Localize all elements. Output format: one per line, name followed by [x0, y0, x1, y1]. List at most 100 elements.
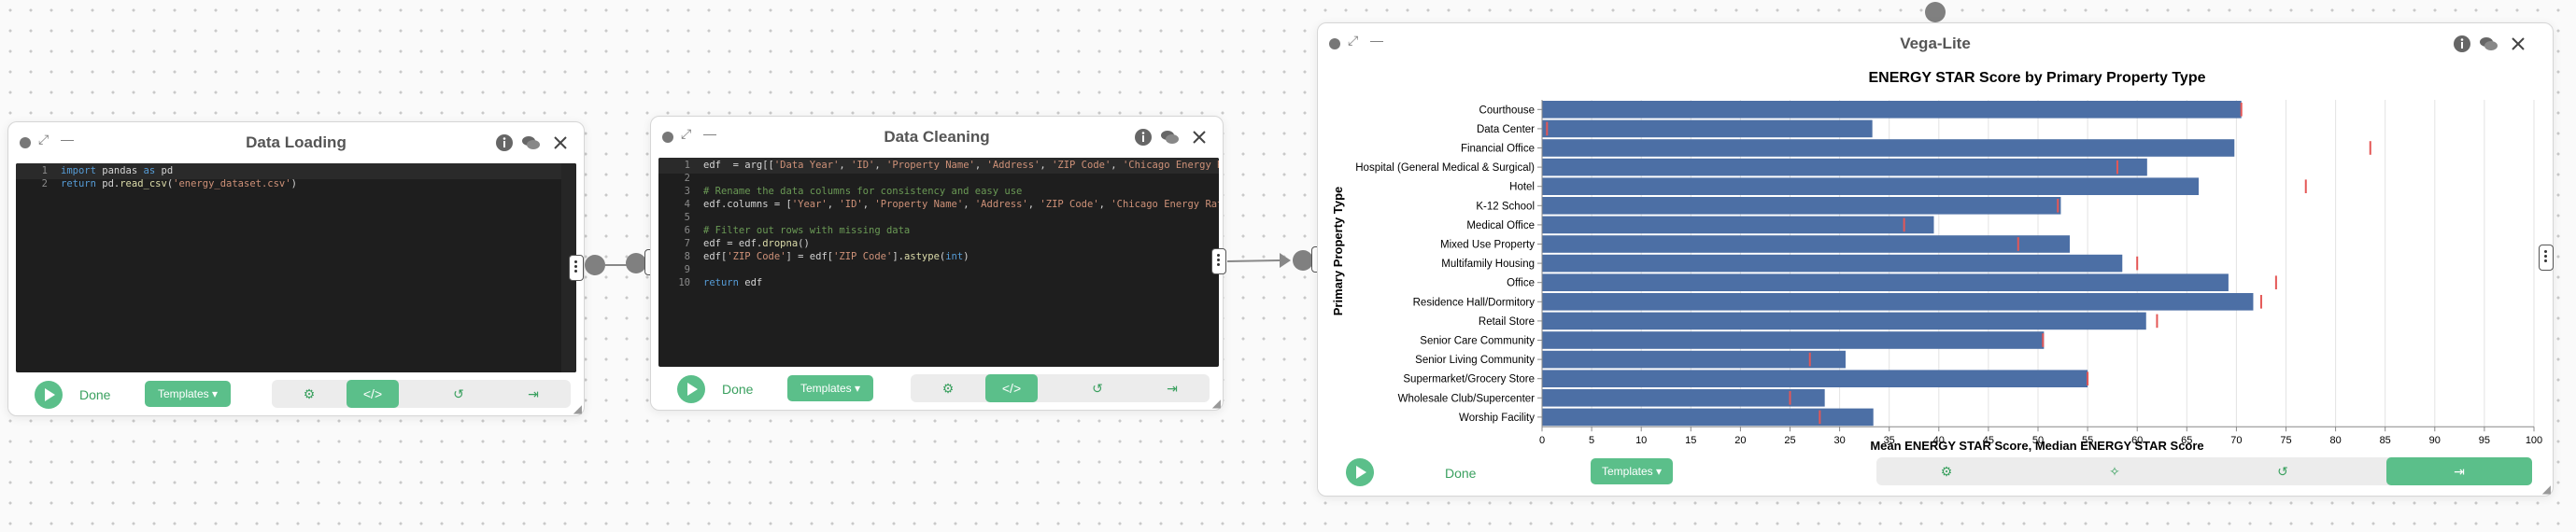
- y-tick-label: Senior Living Community: [1415, 355, 1535, 366]
- energy-star-chart: ENERGY STAR Score by Primary Property Ty…: [1331, 70, 2542, 453]
- code-line[interactable]: return pd.read_csv('energy_dataset.csv'): [61, 178, 297, 189]
- line-number: 6: [684, 225, 690, 236]
- y-tick-label: Data Center: [1477, 124, 1535, 135]
- y-tick-label: Retail Store: [1479, 316, 1535, 328]
- line-number: 9: [684, 264, 690, 275]
- x-tick-label: 55: [2082, 435, 2093, 446]
- close-icon[interactable]: [2508, 34, 2528, 54]
- code-line[interactable]: edf.columns = ['Year', 'ID', 'Property N…: [703, 199, 1219, 210]
- export-icon[interactable]: ⇥: [496, 380, 571, 408]
- node-header[interactable]: ⤢ — Data Loading: [8, 122, 584, 163]
- resize-handle[interactable]: ◢: [1212, 397, 1221, 410]
- y-tick-label: Supermarket/Grocery Store: [1403, 374, 1535, 385]
- export-icon[interactable]: ⇥: [2386, 457, 2532, 485]
- mean-bar: [1542, 350, 1846, 369]
- connection-port[interactable]: [626, 253, 646, 273]
- comments-icon[interactable]: [520, 133, 541, 153]
- magic-icon[interactable]: ✧: [2045, 457, 2185, 485]
- code-line[interactable]: # Filter out rows with missing data: [703, 225, 910, 236]
- code-icon[interactable]: </>: [347, 380, 399, 408]
- mean-bar: [1542, 158, 2147, 176]
- output-handle[interactable]: [1211, 248, 1226, 274]
- code-line[interactable]: return edf: [703, 277, 762, 288]
- undo-icon[interactable]: ↺: [2213, 457, 2353, 485]
- connection-port[interactable]: [1293, 250, 1313, 271]
- run-button[interactable]: [1346, 458, 1374, 486]
- data-cleaning-node[interactable]: ⤢ — Data Cleaning 1 2 3 4 5 6 7 8 9 10 e…: [650, 116, 1224, 411]
- mean-bar: [1542, 177, 2200, 195]
- comments-icon[interactable]: [1159, 127, 1180, 147]
- undo-icon[interactable]: ↺: [421, 380, 496, 408]
- templates-button[interactable]: Templates ▾: [787, 375, 873, 401]
- robot-icon[interactable]: ⚙: [272, 380, 347, 408]
- resize-handle[interactable]: ◢: [573, 402, 582, 415]
- node-header[interactable]: ⤢ — Vega-Lite: [1318, 23, 2553, 64]
- x-tick-label: 40: [1933, 435, 1945, 446]
- info-icon[interactable]: [1133, 127, 1154, 147]
- x-tick-label: 5: [1589, 435, 1594, 446]
- x-tick-label: 0: [1539, 435, 1545, 446]
- y-tick-label: Office: [1507, 278, 1535, 289]
- run-button[interactable]: [677, 375, 705, 403]
- status-label: Done: [722, 382, 754, 397]
- code-line[interactable]: # Rename the data columns for consistenc…: [703, 186, 1022, 197]
- run-button[interactable]: [35, 381, 63, 409]
- resize-handle[interactable]: ◢: [2542, 483, 2551, 496]
- code-editor[interactable]: 1 2 3 4 5 6 7 8 9 10 edf = arg[['Data Ye…: [658, 158, 1219, 367]
- line-number: 3: [684, 186, 690, 197]
- mean-bar: [1542, 331, 2045, 349]
- comments-icon[interactable]: [2478, 34, 2498, 54]
- x-tick-label: 70: [2230, 435, 2242, 446]
- node-footer: Done Templates ▾ ⚙ </> ↺ ⇥: [651, 371, 1223, 408]
- x-tick-label: 20: [1734, 435, 1746, 446]
- output-handle[interactable]: [2539, 245, 2554, 271]
- line-number: 8: [684, 251, 690, 262]
- x-tick-label: 45: [1983, 435, 1994, 446]
- output-handle[interactable]: [569, 255, 584, 281]
- export-icon[interactable]: ⇥: [1135, 374, 1210, 402]
- connection-edge: [1227, 253, 1291, 268]
- code-line[interactable]: import pandas as pd: [61, 165, 173, 176]
- templates-button[interactable]: Templates ▾: [1591, 458, 1673, 484]
- mean-bar: [1542, 370, 2088, 387]
- vega-lite-node[interactable]: ⤢ — Vega-Lite ENERGY STAR Score by Prima…: [1317, 22, 2554, 497]
- mean-bar: [1542, 235, 2070, 253]
- line-number: 1: [684, 160, 690, 171]
- code-editor[interactable]: 1 2 import pandas as pd return pd.read_c…: [16, 163, 576, 372]
- node-footer: Done Templates ▾ ⚙ ✧ ↺ ⇥: [1318, 457, 2553, 496]
- mean-bar: [1542, 216, 1934, 234]
- connection-port[interactable]: [585, 255, 605, 275]
- view-toolbar: ⚙ ✧ ↺ ⇥: [1876, 457, 2532, 485]
- status-label: Done: [1445, 466, 1477, 481]
- robot-icon[interactable]: ⚙: [1876, 457, 2017, 485]
- line-number: 4: [684, 199, 690, 210]
- line-number: 1: [41, 165, 48, 176]
- node-header[interactable]: ⤢ — Data Cleaning: [651, 117, 1223, 158]
- close-icon[interactable]: [550, 133, 571, 153]
- x-tick-label: 95: [2479, 435, 2490, 446]
- info-icon[interactable]: [494, 133, 515, 153]
- node-footer: Done Templates ▾ ⚙ </> ↺ ⇥: [8, 376, 584, 413]
- robot-icon[interactable]: ⚙: [911, 374, 985, 402]
- code-line[interactable]: edf = edf.dropna(): [703, 238, 810, 249]
- mean-bar: [1542, 254, 2123, 273]
- x-tick-label: 90: [2429, 435, 2441, 446]
- x-tick-label: 65: [2181, 435, 2192, 446]
- code-icon[interactable]: </>: [985, 374, 1038, 402]
- x-tick-label: 85: [2380, 435, 2391, 446]
- code-line[interactable]: edf = arg[['Data Year', 'ID', 'Property …: [703, 160, 1219, 171]
- data-loading-node[interactable]: ⤢ — Data Loading 1 2 import pandas as pd…: [7, 121, 585, 416]
- x-tick-label: 35: [1884, 435, 1895, 446]
- info-icon[interactable]: [2452, 34, 2472, 54]
- templates-button[interactable]: Templates ▾: [145, 381, 231, 407]
- view-toolbar: ⚙ </> ↺ ⇥: [911, 374, 1210, 402]
- code-line[interactable]: edf['ZIP Code'] = edf['ZIP Code'].astype…: [703, 251, 970, 262]
- mean-bar: [1542, 139, 2235, 157]
- close-icon[interactable]: [1189, 127, 1210, 147]
- x-tick-label: 30: [1833, 435, 1845, 446]
- undo-icon[interactable]: ↺: [1060, 374, 1135, 402]
- y-axis-title: Primary Property Type: [1331, 187, 1345, 315]
- y-tick-label: Courthouse: [1479, 105, 1535, 116]
- y-tick-label: Worship Facility: [1459, 413, 1535, 424]
- top-connection-port[interactable]: [1925, 2, 1946, 22]
